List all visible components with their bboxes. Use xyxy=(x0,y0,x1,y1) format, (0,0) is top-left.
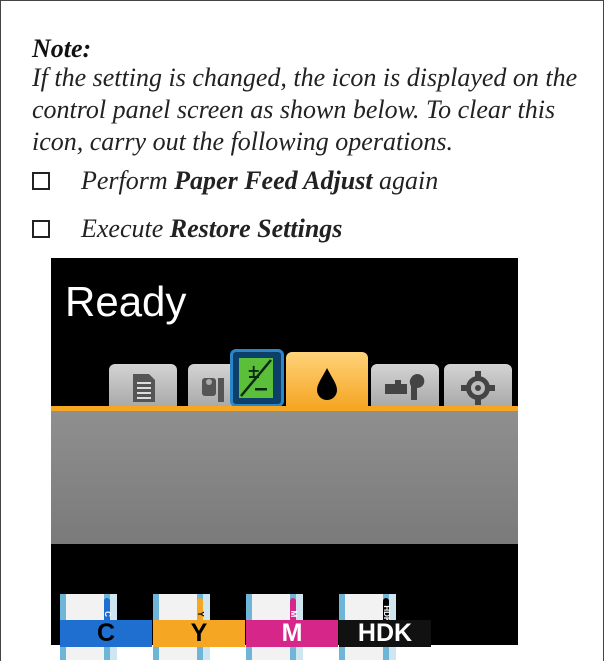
note-frame-top xyxy=(0,0,604,1)
note-frame-left xyxy=(0,0,1,661)
ink-drop-icon xyxy=(317,368,337,400)
tab-settings[interactable] xyxy=(444,364,512,408)
tab-print-queue[interactable] xyxy=(109,364,177,408)
svg-text:C: C xyxy=(103,611,112,617)
control-panel-screen: Ready + xyxy=(51,258,518,645)
ink-label-m: M xyxy=(246,620,338,647)
message-area xyxy=(51,411,518,544)
ink-label-y: Y xyxy=(153,620,245,647)
bullet-text: Execute Restore Settings xyxy=(81,214,343,243)
print-queue-icon xyxy=(133,374,155,402)
checkbox-bullet-icon xyxy=(32,220,50,238)
settings-gear-icon xyxy=(461,371,495,405)
maintenance-icon xyxy=(385,374,425,400)
note-title: Note: xyxy=(32,34,92,63)
paper-feed-adjust-tab[interactable]: + xyxy=(230,349,284,407)
note-body: If the setting is changed, the icon is d… xyxy=(32,63,578,156)
status-text: Ready xyxy=(65,278,187,325)
svg-text:M: M xyxy=(289,611,298,618)
tab-maintenance[interactable] xyxy=(371,364,439,408)
ink-label-c: C xyxy=(60,620,152,647)
bullet-text: Perform Paper Feed Adjust again xyxy=(81,166,439,195)
ink-label-hdk: HDK xyxy=(339,620,431,647)
svg-text:Y: Y xyxy=(196,611,205,617)
checkbox-bullet-icon xyxy=(32,172,50,190)
note-frame-right xyxy=(603,0,604,661)
tab-ink[interactable] xyxy=(286,352,368,408)
paper-feed-adjust-icon: + xyxy=(239,358,273,398)
